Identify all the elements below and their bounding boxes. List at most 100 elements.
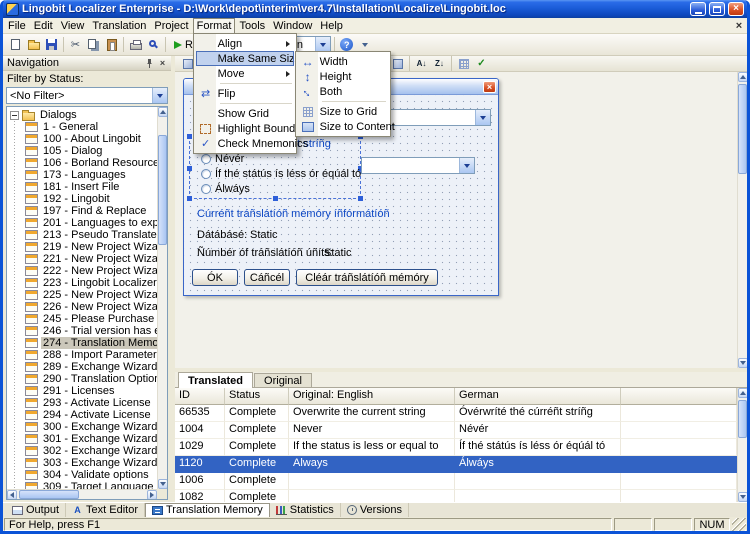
tree-item-245[interactable]: 245 - Please Purchase Lingob — [23, 313, 157, 325]
tree-item-289[interactable]: 289 - Exchange Wizard — [23, 361, 157, 373]
collapse-icon[interactable] — [10, 110, 19, 120]
menu-item-check-mnemonics[interactable]: Check Mnemonics — [196, 136, 308, 151]
scroll-up-button[interactable] — [158, 107, 167, 117]
tree-item-1[interactable]: 1 - General — [23, 121, 157, 133]
tree-item-274[interactable]: 274 - Translation Memory Op — [23, 337, 157, 349]
combo-dropdown-button[interactable] — [315, 37, 331, 52]
tree-item-309[interactable]: 309 - Target Language — [23, 481, 157, 489]
scroll-down-button[interactable] — [738, 492, 747, 502]
tree-item-303[interactable]: 303 - Exchange Wizard — [23, 457, 157, 469]
tree-item-300[interactable]: 300 - Exchange Wizard — [23, 421, 157, 433]
tree-horizontal-scrollbar[interactable] — [7, 489, 157, 499]
tree-item-290[interactable]: 290 - Translation Options — [23, 373, 157, 385]
test-dialog-button[interactable] — [473, 57, 490, 71]
menu-tools[interactable]: Tools — [235, 18, 269, 33]
minimize-button[interactable] — [690, 2, 706, 16]
designer-combobox-status[interactable] — [361, 157, 475, 174]
filter-combobox[interactable]: <No Filter> — [6, 87, 168, 104]
center-horizontal-button[interactable] — [389, 57, 406, 71]
menu-item-flip[interactable]: Flip — [196, 86, 294, 101]
menu-item-size-to-content[interactable]: Size to Content — [298, 119, 395, 134]
menu-item-move[interactable]: Move — [196, 66, 294, 81]
menu-item-size-to-grid[interactable]: Size to Grid — [298, 104, 388, 119]
scroll-right-button[interactable] — [147, 490, 157, 499]
tree-vertical-scrollbar[interactable] — [157, 107, 167, 489]
tree-item-302[interactable]: 302 - Exchange Wizard — [23, 445, 157, 457]
scroll-left-button[interactable] — [7, 490, 17, 499]
menu-project[interactable]: Project — [150, 18, 192, 33]
tree-item-222[interactable]: 222 - New Project Wizard — [23, 265, 157, 277]
scroll-up-button[interactable] — [738, 72, 747, 82]
tree-item-181[interactable]: 181 - Insert File — [23, 181, 157, 193]
navigation-panel-header[interactable]: Navigation × — [3, 56, 171, 71]
mdi-close-button[interactable]: × — [731, 18, 747, 33]
selection-handle[interactable] — [273, 196, 278, 201]
tree-item-301[interactable]: 301 - Exchange Wizard — [23, 433, 157, 445]
scroll-track[interactable] — [738, 398, 747, 492]
sort-za-button[interactable] — [431, 57, 448, 71]
tree-item-304[interactable]: 304 - Validate options — [23, 469, 157, 481]
column-header-original-english[interactable]: Original: English — [289, 388, 455, 405]
menu-item-align[interactable]: Align — [196, 36, 294, 51]
tree-root-dialogs[interactable]: Dialogs — [10, 109, 157, 121]
tree-item-221[interactable]: 221 - New Project Wizard — [23, 253, 157, 265]
scroll-down-button[interactable] — [158, 479, 167, 489]
menu-file[interactable]: File — [4, 18, 30, 33]
column-header-status[interactable]: Status — [225, 388, 289, 405]
table-row[interactable]: 1029 Complete If the status is less or equ… — [175, 439, 737, 456]
open-button[interactable] — [25, 35, 42, 54]
designer-button-k[interactable]: ÓK — [192, 269, 238, 286]
scroll-track[interactable] — [738, 82, 747, 358]
scroll-down-button[interactable] — [738, 358, 747, 368]
tree-item-226[interactable]: 226 - New Project Wizard — [23, 301, 157, 313]
form-close-button[interactable]: × — [483, 81, 496, 93]
tree-item-293[interactable]: 293 - Activate License — [23, 397, 157, 409]
paste-button[interactable] — [103, 35, 120, 54]
panel-close-button[interactable]: × — [156, 57, 169, 70]
combo-dropdown-button[interactable] — [459, 158, 474, 173]
tree-item-246[interactable]: 246 - Trial version has expire — [23, 325, 157, 337]
tree-item-294[interactable]: 294 - Activate License — [23, 409, 157, 421]
tree-item-201[interactable]: 201 - Languages to export — [23, 217, 157, 229]
menu-format[interactable]: Format AlignMake Same SizeMoveFlipShow G… — [192, 18, 395, 154]
menu-window[interactable]: Window — [269, 18, 316, 33]
tree-item-105[interactable]: 105 - Dialog — [23, 145, 157, 157]
menu-view[interactable]: View — [57, 18, 89, 33]
column-header-id[interactable]: ID — [175, 388, 225, 405]
menu-item-both[interactable]: Both — [298, 84, 388, 99]
column-header-german[interactable]: German — [455, 388, 621, 405]
tree-item-106[interactable]: 106 - Borland Resources — [23, 157, 157, 169]
show-grid-button[interactable] — [455, 57, 472, 71]
scroll-thumb[interactable] — [738, 84, 747, 174]
find-button[interactable] — [145, 35, 162, 54]
tree-item-197[interactable]: 197 - Find & Replace — [23, 205, 157, 217]
editor-vertical-scrollbar[interactable] — [737, 72, 747, 368]
copy-button[interactable] — [85, 35, 102, 54]
pin-button[interactable] — [143, 57, 156, 70]
selection-handle[interactable] — [187, 134, 192, 139]
bottom-tab-statistics[interactable]: Statistics — [270, 503, 341, 517]
close-button[interactable]: × — [728, 2, 744, 16]
bottom-tab-output[interactable]: Output — [6, 503, 67, 517]
table-row[interactable]: 1082 Complete — [175, 490, 737, 502]
print-button[interactable] — [127, 35, 144, 54]
selection-handle[interactable] — [187, 165, 192, 171]
table-row[interactable]: 1004 Complete Never Névér — [175, 422, 737, 439]
tree-item-288[interactable]: 288 - Import Parameters — [23, 349, 157, 361]
bottom-tab-translation-memory[interactable]: Translation Memory — [145, 502, 270, 518]
cut-button[interactable] — [67, 35, 84, 54]
tree-item-213[interactable]: 213 - Pseudo Translate Expe — [23, 229, 157, 241]
menu-help[interactable]: Help — [316, 18, 347, 33]
table-row[interactable]: 66535 Complete Overwrite the current strin… — [175, 405, 737, 422]
tree-item-225[interactable]: 225 - New Project Wizard — [23, 289, 157, 301]
new-button[interactable] — [7, 35, 24, 54]
table-row[interactable]: 1006 Complete — [175, 473, 737, 490]
maximize-button[interactable] — [709, 2, 725, 16]
resize-grip[interactable] — [732, 518, 746, 531]
scroll-up-button[interactable] — [738, 388, 747, 398]
save-button[interactable] — [43, 35, 60, 54]
tree-item-192[interactable]: 192 - Lingobit — [23, 193, 157, 205]
menu-translation[interactable]: Translation — [88, 18, 150, 33]
menu-item-show-grid[interactable]: Show Grid — [196, 106, 294, 121]
tab-original[interactable]: Original — [254, 373, 312, 387]
